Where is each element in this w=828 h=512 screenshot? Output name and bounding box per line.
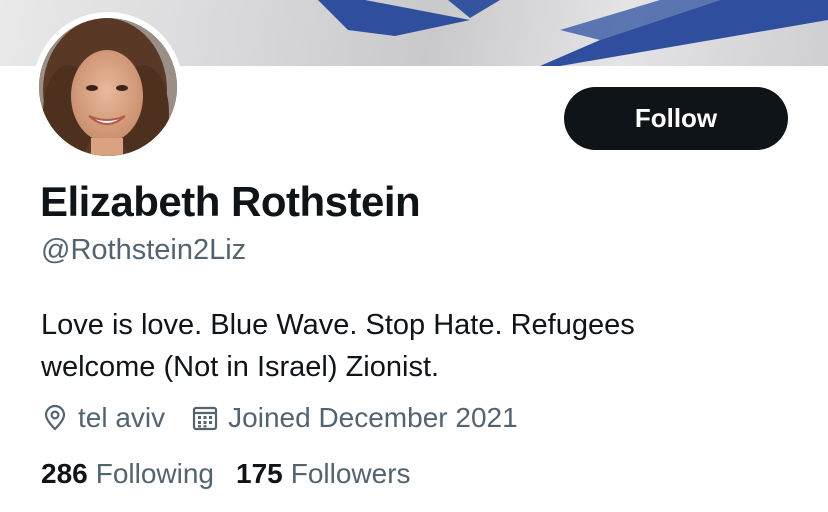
avatar[interactable] [33, 12, 183, 162]
username-handle: @Rothstein2Liz [41, 234, 247, 266]
follow-button[interactable]: Follow [564, 87, 788, 150]
followers-label: Followers [290, 458, 411, 489]
location-pin-icon [41, 404, 69, 432]
profile-bio: Love is love. Blue Wave. Stop Hate. Refu… [41, 304, 741, 388]
profile-meta: tel aviv Joined December 2021 [41, 399, 518, 437]
following-link[interactable]: 286 Following [41, 458, 214, 490]
followers-link[interactable]: 175 Followers [236, 458, 411, 490]
following-count: 286 [41, 458, 88, 489]
calendar-icon [191, 404, 219, 432]
following-label: Following [95, 458, 214, 489]
joined-date: Joined December 2021 [228, 402, 518, 433]
display-name: Elizabeth Rothstein [40, 178, 421, 225]
location-text: tel aviv [78, 402, 166, 433]
follow-stats: 286 Following 175 Followers [41, 458, 411, 490]
location-item: tel aviv [41, 402, 165, 434]
joined-item: Joined December 2021 [191, 402, 518, 434]
avatar-image [39, 18, 177, 156]
followers-count: 175 [236, 458, 283, 489]
bio-line: Love is love. Blue Wave. Stop Hate. Refu… [41, 309, 635, 341]
bio-line: welcome (Not in Israel) Zionist. [41, 351, 440, 383]
